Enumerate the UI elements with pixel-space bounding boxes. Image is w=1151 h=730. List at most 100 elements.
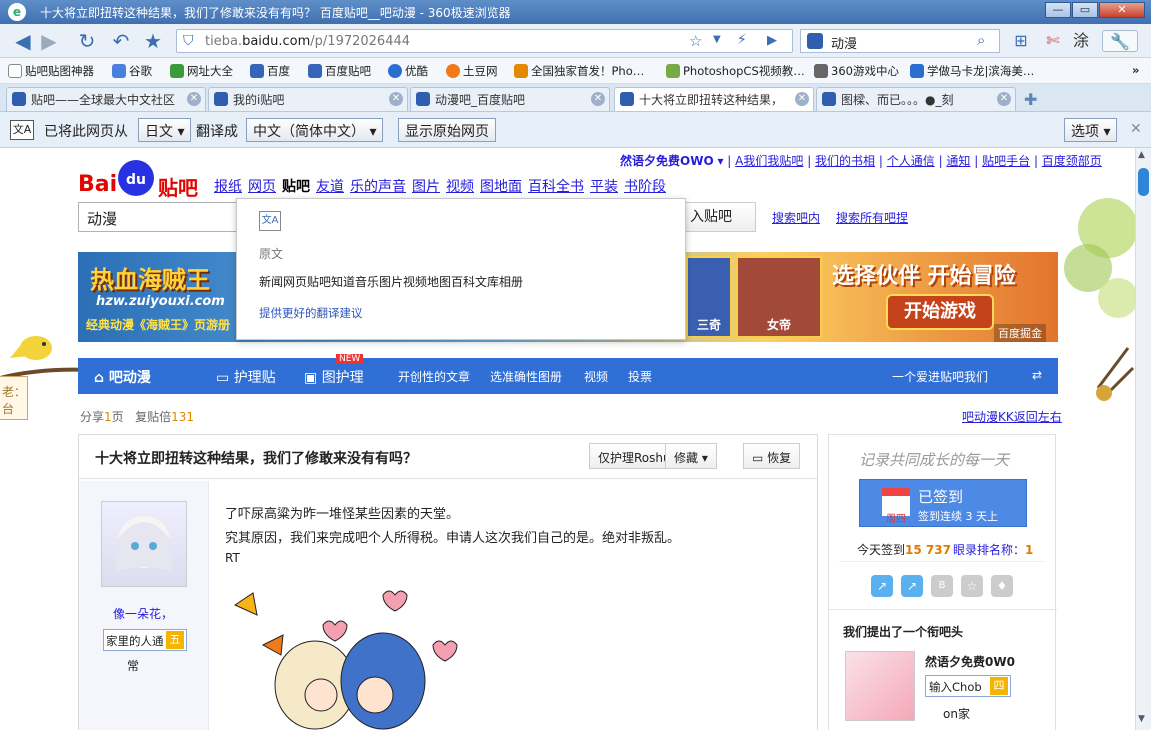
tab-close-icon[interactable]: ✕ [997,92,1011,106]
calendar-icon: 周四 [882,488,910,525]
scroll-up-icon[interactable]: ▲ [1138,150,1145,160]
bookmark-item[interactable]: 360游戏中心 [814,63,899,79]
chevron-down-icon[interactable]: ▼ [713,34,721,45]
search-all-link[interactable]: 搜索所有吧捏 [836,209,908,226]
tab-pictures[interactable]: ▣ 图护理 [304,367,364,387]
address-bar[interactable]: ⛉ tieba.baidu.com/p/1972026444 ☆ ▼ ⚡ ▶ [176,29,793,53]
tab-favicon-icon [214,92,228,106]
bookmark-item[interactable]: 谷歌 [112,63,152,79]
page-scrollbar[interactable]: ▲ ▼ [1135,148,1151,730]
options-button[interactable]: 选项 ▾ [1064,118,1118,142]
forum-link[interactable]: 视频 [584,368,608,385]
nav-link[interactable]: 乐的声音 [350,179,406,195]
show-original-button[interactable]: 显示原始网页 [398,118,496,142]
member-name[interactable]: 然语夕免费0W0 [925,653,1015,670]
star-tool-icon[interactable]: ☆ [961,575,983,597]
bookmark-item[interactable]: 优酷 [388,63,428,79]
tab-close-icon[interactable]: ✕ [795,92,809,106]
top-link[interactable]: 通知 [946,154,970,168]
top-link[interactable]: 贴吧手台 [982,154,1030,168]
nav-link[interactable]: 视频 [446,179,474,195]
refresh-icon[interactable]: ↻ [76,30,98,52]
tab-close-icon[interactable]: ✕ [591,92,605,106]
tab-item[interactable]: 动漫吧_百度贴吧 ✕ [410,87,610,111]
maximize-button[interactable]: ▭ [1072,2,1098,18]
target-language-select[interactable]: 中文（简体中文） ▾ [246,118,384,142]
bookmark-item[interactable]: 网址大全 [170,63,233,79]
search-engine-icon[interactable] [807,33,823,49]
forum-link[interactable]: 开创性的文章 [398,368,470,385]
rank-link[interactable]: 眼录排名称：1 [953,541,1033,558]
back-icon[interactable]: ◀ [12,30,34,52]
switch-icon[interactable]: ⇄ [1032,368,1042,382]
nav-link[interactable]: 图片 [412,179,440,195]
tab-posts[interactable]: ▭ 护理贴 [216,367,276,387]
tab-item[interactable]: 我的i贴吧 ✕ [208,87,408,111]
bookmark-item[interactable]: 百度贴吧 [308,63,371,79]
user-avatar[interactable] [101,501,187,587]
badge-tool-icon[interactable]: B [931,575,953,597]
bookmark-item[interactable]: 学做马卡龙|滨海美… [910,63,1034,79]
nav-link[interactable]: 百科全书 [528,179,584,195]
search-box[interactable]: 动漫 ⌕ [800,29,1000,53]
top-link[interactable]: A我们我贴吧 [735,154,803,168]
close-button[interactable]: ✕ [1099,2,1145,18]
nav-link[interactable]: 网页 [248,179,276,195]
forum-home-link[interactable]: ⌂ 吧动漫 [94,367,151,387]
forum-link[interactable]: 选准确性图册 [490,368,562,385]
nav-link[interactable]: 友道 [316,179,344,195]
tools-icon[interactable]: ✄ [1042,30,1064,52]
start-game-button[interactable]: 开始游戏 [886,294,994,330]
nav-link[interactable]: 图地面 [480,179,522,195]
bookmark-item[interactable]: 土豆网 [446,63,498,79]
forward-icon[interactable]: ▶ [38,30,60,52]
close-translation-icon[interactable]: ✕ [1130,121,1142,137]
nav-link[interactable]: 平装 [590,179,618,195]
bookmark-item[interactable]: 贴吧贴图神器 [8,63,94,79]
username-link[interactable]: 然语夕免费OWO [620,154,714,168]
tab-item-active[interactable]: 十大将立即扭转这种结果， ✕ [614,87,814,111]
more-bookmarks-icon[interactable]: » [1132,63,1139,77]
bookmark-item[interactable]: 百度 [250,63,290,79]
nav-link-current[interactable]: 贴吧 [282,179,310,195]
bookmark-item[interactable]: 全国独家首发！Pho… [514,63,644,79]
nav-link[interactable]: 书阶段 [624,179,666,195]
extension-icon[interactable]: 涂 [1070,30,1092,52]
minimize-button[interactable]: — [1045,2,1071,18]
scrollbar-thumb[interactable] [1138,168,1149,196]
go-icon[interactable]: ▶ [767,33,777,48]
share-tool-icon[interactable]: ↗ [901,575,923,597]
top-link[interactable]: 我们的书相 [815,154,875,168]
forum-link[interactable]: 投票 [628,368,652,385]
tab-item[interactable]: 贴吧——全球最大中文社区 ✕ [6,87,206,111]
settings-wrench-icon[interactable]: 🔧 [1102,30,1138,52]
bell-tool-icon[interactable]: ♦ [991,575,1013,597]
speed-mode-icon[interactable]: ⚡ [737,32,747,48]
favorite-star-icon[interactable]: ★ [142,30,164,52]
reply-button[interactable]: ▭ 恢复 [743,443,801,469]
baidu-tieba-logo[interactable]: Bai du 贴吧 [78,158,208,200]
bookmark-star-icon[interactable]: ☆ [689,32,702,50]
nav-link[interactable]: 报纸 [214,179,242,195]
top-link[interactable]: 个人通信 [887,154,935,168]
search-icon[interactable]: ⌕ [977,31,985,49]
share-tool-icon[interactable]: ↗ [871,575,893,597]
search-input[interactable]: 动漫 [831,33,857,52]
suggest-translation-link[interactable]: 提供更好的翻译建议 [259,305,363,321]
new-tab-icon[interactable]: ✚ [1024,90,1037,109]
back-to-forum-link[interactable]: 吧动漫KK返回左右 [962,408,1062,425]
member-avatar[interactable] [845,651,915,721]
tab-close-icon[interactable]: ✕ [389,92,403,106]
bookmark-item[interactable]: PhotoshopCS视频教… [666,63,805,79]
signed-in-button[interactable]: 周四 已签到 签到连续 3 天上 [859,479,1027,527]
collect-button[interactable]: 修藏 ▾ [665,443,717,469]
source-language-select[interactable]: 日文 ▾ [138,118,192,142]
top-link[interactable]: 百度颈部页 [1042,154,1102,168]
tab-close-icon[interactable]: ✕ [187,92,201,106]
search-in-forum-link[interactable]: 搜索吧内 [772,209,820,226]
scroll-down-icon[interactable]: ▼ [1138,714,1145,724]
undo-icon[interactable]: ↶ [110,30,132,52]
tab-item[interactable]: 图樑、而已。。。●_刻 ✕ [816,87,1016,111]
apps-icon[interactable]: ⊞ [1010,30,1032,52]
author-name[interactable]: 像一朵花， [113,605,173,622]
